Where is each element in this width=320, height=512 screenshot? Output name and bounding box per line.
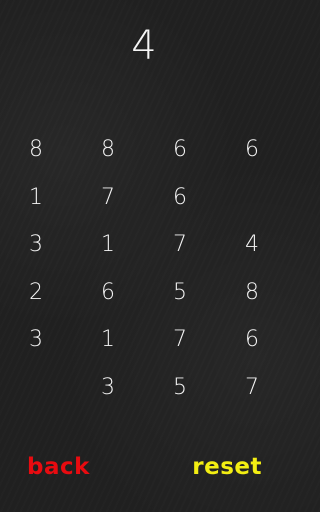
grid-cell[interactable] [232, 178, 272, 218]
grid-row-6: 3 5 7 [0, 368, 288, 416]
number-grid: 8 8 6 6 1 7 6 3 1 7 4 2 6 5 8 3 1 7 6 3 … [0, 130, 288, 416]
grid-row-4: 2 6 5 8 [0, 273, 288, 321]
grid-cell[interactable] [16, 368, 56, 408]
grid-cell[interactable]: 8 [16, 130, 56, 170]
current-number: 4 [131, 23, 157, 69]
grid-cell[interactable]: 7 [88, 178, 128, 218]
grid-cell[interactable]: 8 [232, 273, 272, 313]
grid-cell[interactable]: 6 [232, 320, 272, 360]
grid-cell[interactable]: 3 [88, 368, 128, 408]
grid-cell[interactable]: 6 [160, 130, 200, 170]
grid-cell[interactable]: 7 [232, 368, 272, 408]
grid-cell[interactable]: 8 [88, 130, 128, 170]
reset-button[interactable]: reset [192, 450, 262, 484]
grid-cell[interactable]: 1 [88, 320, 128, 360]
grid-cell[interactable]: 6 [88, 273, 128, 313]
grid-cell[interactable]: 5 [160, 368, 200, 408]
grid-row-2: 1 7 6 [0, 178, 288, 226]
grid-cell[interactable]: 7 [160, 320, 200, 360]
grid-row-5: 3 1 7 6 [0, 320, 288, 368]
grid-cell[interactable]: 7 [160, 225, 200, 265]
grid-cell[interactable]: 4 [232, 225, 272, 265]
grid-cell[interactable]: 2 [16, 273, 56, 313]
grid-row-3: 3 1 7 4 [0, 225, 288, 273]
grid-cell[interactable]: 1 [16, 178, 56, 218]
grid-cell[interactable]: 6 [232, 130, 272, 170]
back-button[interactable]: back [27, 450, 90, 484]
grid-cell[interactable]: 1 [88, 225, 128, 265]
grid-cell[interactable]: 3 [16, 320, 56, 360]
grid-cell[interactable]: 5 [160, 273, 200, 313]
grid-cell[interactable]: 6 [160, 178, 200, 218]
grid-row-1: 8 8 6 6 [0, 130, 288, 178]
grid-cell[interactable]: 3 [16, 225, 56, 265]
